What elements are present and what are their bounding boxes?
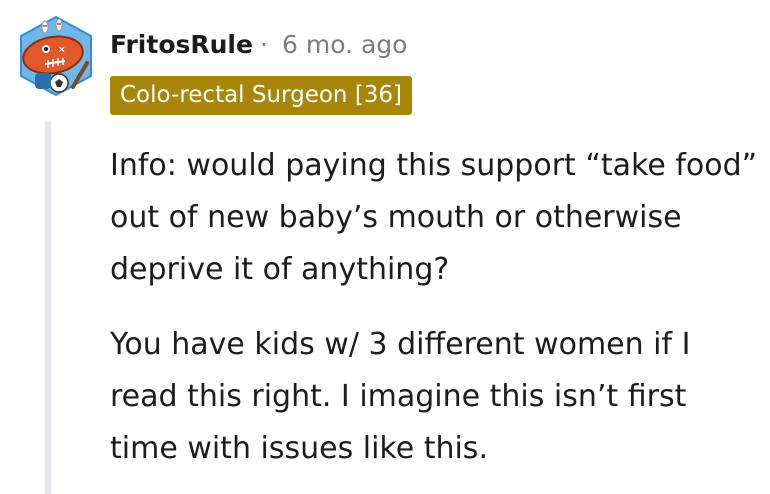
- meta-separator: ·: [260, 30, 268, 59]
- svg-text:×: ×: [58, 45, 66, 55]
- comment-paragraph: You have kids w/ 3 different women if I …: [110, 327, 691, 466]
- thread-collapse-line[interactable]: [45, 122, 51, 494]
- comment-paragraph: Info: would paying this support “take fo…: [110, 148, 758, 287]
- user-avatar-icon[interactable]: ×: [15, 13, 97, 99]
- comment-body: Info: would paying this support “take fo…: [110, 140, 760, 494]
- comment-author[interactable]: FritosRule: [110, 28, 253, 62]
- user-flair-badge: Colo-rectal Surgeon [36]: [110, 76, 413, 115]
- comment: × FritosRule · 6 mo. ago Colo-rectal Sur…: [0, 0, 770, 494]
- comment-timestamp[interactable]: 6 mo. ago: [282, 28, 407, 62]
